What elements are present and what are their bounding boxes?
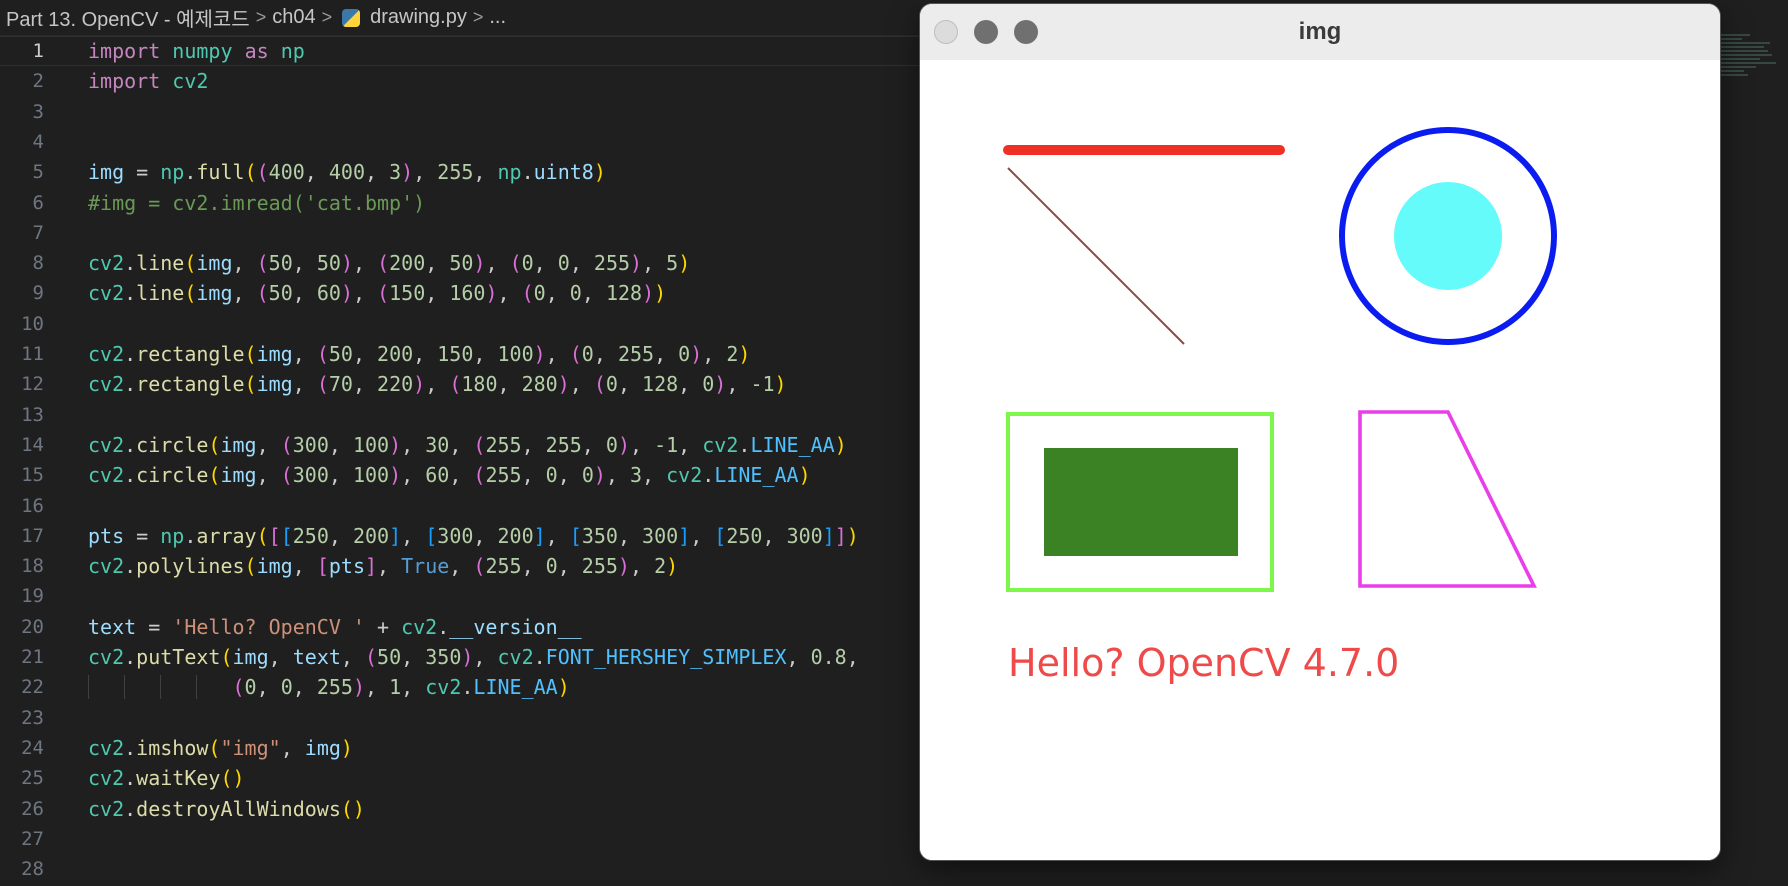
line-number: 15 bbox=[21, 464, 44, 487]
code-text: cv2.waitKey() bbox=[88, 766, 245, 791]
dark-green-rectangle bbox=[1044, 448, 1238, 556]
code-text: #img = cv2.imread('cat.bmp') bbox=[88, 190, 426, 215]
code-text: img = np.full((400, 400, 3), 255, np.uin… bbox=[88, 160, 606, 185]
line-number: 14 bbox=[21, 433, 44, 456]
line-number: 4 bbox=[32, 130, 44, 153]
minimap[interactable] bbox=[1720, 34, 1780, 94]
line-number: 28 bbox=[21, 858, 44, 881]
line-number: 21 bbox=[21, 646, 44, 668]
code-line[interactable]: 18 cv2.polylines(img, [pts], True, (255, … bbox=[0, 551, 920, 581]
canvas-background bbox=[920, 60, 1720, 860]
code-text: pts = np.array([[250, 200], [300, 200], … bbox=[88, 523, 859, 548]
code-line[interactable]: 7 bbox=[0, 218, 920, 248]
code-line[interactable]: 12 cv2.rectangle(img, (70, 220), (180, 28… bbox=[0, 369, 920, 399]
chevron-right-icon: > bbox=[472, 7, 484, 27]
code-text: import numpy as np bbox=[88, 39, 305, 63]
code-line[interactable]: 21 cv2.putText(img, text, (50, 350), cv2.… bbox=[0, 642, 920, 672]
line-number: 1 bbox=[32, 40, 44, 62]
line-number: 17 bbox=[21, 524, 44, 547]
code-text: cv2.line(img, (50, 50), (200, 50), (0, 0… bbox=[88, 251, 691, 276]
line-number: 8 bbox=[32, 252, 44, 275]
code-text: cv2.circle(img, (300, 100), 60, (255, 0,… bbox=[88, 463, 811, 488]
line-number: 5 bbox=[32, 161, 44, 184]
code-text: cv2.rectangle(img, (70, 220), (180, 280)… bbox=[88, 372, 787, 397]
image-canvas: Hello? OpenCV 4.7.0 bbox=[920, 60, 1720, 860]
line-number: 20 bbox=[21, 615, 44, 638]
code-text: cv2.putText(img, text, (50, 350), cv2.FO… bbox=[88, 645, 859, 669]
line-number: 16 bbox=[21, 494, 44, 517]
line-number: 2 bbox=[32, 70, 44, 93]
window-titlebar[interactable]: img bbox=[920, 4, 1720, 61]
line-number: 18 bbox=[21, 555, 44, 578]
code-line[interactable]: 10 bbox=[0, 309, 920, 339]
chevron-right-icon: > bbox=[255, 7, 267, 27]
line-number: 7 bbox=[32, 221, 44, 244]
breadcrumb-more[interactable]: ... bbox=[489, 6, 506, 29]
code-text: text = 'Hello? OpenCV ' + cv2.__version_… bbox=[88, 614, 582, 639]
code-line[interactable]: 4 bbox=[0, 127, 920, 157]
code-line[interactable]: 26 cv2.destroyAllWindows() bbox=[0, 794, 920, 824]
code-line[interactable]: 19 bbox=[0, 581, 920, 611]
code-line[interactable]: 27 bbox=[0, 824, 920, 854]
line-number: 6 bbox=[32, 191, 44, 214]
line-number: 24 bbox=[21, 736, 44, 759]
line-number: 10 bbox=[21, 312, 44, 335]
cyan-filled-circle bbox=[1394, 182, 1502, 290]
code-line[interactable]: 13 bbox=[0, 400, 920, 430]
breadcrumb: Part 13. OpenCV - 예제코드 > ch04 > drawing.… bbox=[0, 0, 920, 36]
line-number: 12 bbox=[21, 373, 44, 396]
line-number: 23 bbox=[21, 706, 44, 729]
line-number: 3 bbox=[32, 100, 44, 123]
line-number: 13 bbox=[21, 403, 44, 426]
code-line[interactable]: 1 import numpy as np bbox=[0, 36, 920, 66]
line-number: 22 bbox=[21, 676, 44, 699]
code-text: import cv2 bbox=[88, 69, 209, 94]
line-number: 11 bbox=[21, 343, 44, 365]
breadcrumb-file[interactable]: drawing.py bbox=[370, 6, 467, 29]
canvas-hello-text: Hello? OpenCV 4.7.0 bbox=[1008, 641, 1399, 685]
code-text: cv2.rectangle(img, (50, 200, 150, 100), … bbox=[88, 342, 751, 366]
line-number: 19 bbox=[21, 585, 44, 608]
code-line[interactable]: 8 cv2.line(img, (50, 50), (200, 50), (0, … bbox=[0, 248, 920, 278]
breadcrumb-subfolder[interactable]: ch04 bbox=[272, 6, 315, 29]
code-line[interactable]: 6 #img = cv2.imread('cat.bmp') bbox=[0, 188, 920, 218]
code-text: cv2.imshow("img", img) bbox=[88, 735, 353, 760]
image-window: img Hello? OpenCV 4.7.0 bbox=[920, 4, 1720, 860]
code-text: cv2.circle(img, (300, 100), 30, (255, 25… bbox=[88, 432, 847, 457]
code-line[interactable]: 14 cv2.circle(img, (300, 100), 30, (255, … bbox=[0, 430, 920, 460]
code-editor[interactable]: 1 import numpy as np 2 import cv2 3 4 5 img = n… bbox=[0, 36, 920, 886]
code-line[interactable]: 5 img = np.full((400, 400, 3), 255, np.ui… bbox=[0, 157, 920, 187]
code-line[interactable]: 2 import cv2 bbox=[0, 66, 920, 96]
code-line[interactable]: 28 bbox=[0, 854, 920, 884]
code-line[interactable]: 15 cv2.circle(img, (300, 100), 60, (255, … bbox=[0, 460, 920, 490]
code-line[interactable]: 17 pts = np.array([[250, 200], [300, 200]… bbox=[0, 521, 920, 551]
line-number: 9 bbox=[32, 282, 44, 305]
code-line[interactable]: 16 bbox=[0, 491, 920, 521]
line-number: 26 bbox=[21, 797, 44, 820]
line-number: 25 bbox=[21, 767, 44, 790]
code-line[interactable]: 3 bbox=[0, 97, 920, 127]
window-title: img bbox=[1298, 18, 1342, 45]
code-text: (0, 0, 255), 1, cv2.LINE_AA) bbox=[232, 675, 570, 700]
code-line[interactable]: 24 cv2.imshow("img", img) bbox=[0, 733, 920, 763]
code-text: cv2.line(img, (50, 60), (150, 160), (0, … bbox=[88, 281, 667, 306]
python-file-icon bbox=[342, 8, 361, 27]
chevron-right-icon: > bbox=[321, 7, 333, 27]
code-line[interactable]: 22 (0, 0, 255), 1, cv2.LINE_AA) bbox=[0, 672, 920, 702]
code-text: cv2.destroyAllWindows() bbox=[88, 796, 365, 821]
line-number: 27 bbox=[21, 827, 44, 850]
code-line[interactable]: 11 cv2.rectangle(img, (50, 200, 150, 100)… bbox=[0, 339, 920, 369]
code-text: cv2.polylines(img, [pts], True, (255, 0,… bbox=[88, 554, 679, 579]
code-line[interactable]: 25 cv2.waitKey() bbox=[0, 763, 920, 793]
code-line[interactable]: 23 bbox=[0, 703, 920, 733]
code-line[interactable]: 20 text = 'Hello? OpenCV ' + cv2.__versio… bbox=[0, 612, 920, 642]
breadcrumb-folder[interactable]: Part 13. OpenCV - 예제코드 bbox=[6, 3, 250, 32]
code-line[interactable]: 9 cv2.line(img, (50, 60), (150, 160), (0,… bbox=[0, 278, 920, 308]
